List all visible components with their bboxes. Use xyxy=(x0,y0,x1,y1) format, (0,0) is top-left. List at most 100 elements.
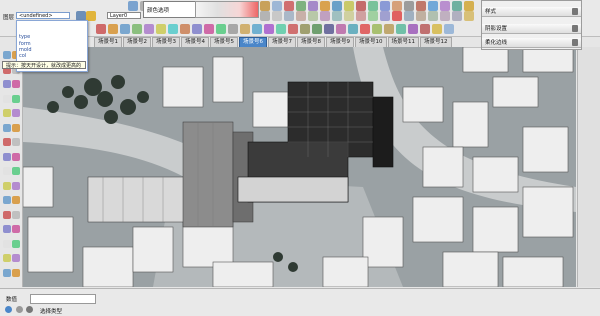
polygon-icon[interactable] xyxy=(144,24,154,34)
solid-tools-icon[interactable] xyxy=(336,24,346,34)
3d-text-icon[interactable] xyxy=(452,1,462,11)
layer-option[interactable]: col xyxy=(19,53,26,59)
extension-icon[interactable] xyxy=(360,24,370,34)
tape-icon[interactable] xyxy=(3,167,11,175)
group-icon[interactable] xyxy=(168,24,178,34)
outer-shell-icon[interactable] xyxy=(252,24,262,34)
position-camera-icon[interactable] xyxy=(440,11,450,21)
render-icon[interactable] xyxy=(432,24,442,34)
add-detail-icon[interactable] xyxy=(312,24,322,34)
shaded-icon[interactable] xyxy=(368,11,378,21)
model-viewport[interactable] xyxy=(23,47,576,287)
tray-row-soften-edges[interactable]: 柔化边线 xyxy=(482,38,581,48)
explode-icon[interactable] xyxy=(180,24,190,34)
geo-location-icon[interactable] xyxy=(372,24,382,34)
freehand-icon[interactable] xyxy=(156,24,166,34)
line-icon[interactable] xyxy=(3,80,11,88)
arc-icon[interactable] xyxy=(12,80,20,88)
view-back-icon[interactable] xyxy=(308,11,318,21)
view-front-icon[interactable] xyxy=(284,11,294,21)
components-icon[interactable] xyxy=(464,11,474,21)
split-icon[interactable] xyxy=(240,24,250,34)
freehand-icon[interactable] xyxy=(12,109,20,117)
measurement-input[interactable] xyxy=(30,294,96,304)
pushpull-icon[interactable] xyxy=(296,1,306,11)
orbit-icon[interactable] xyxy=(3,210,11,219)
pushpull-icon[interactable] xyxy=(12,123,20,132)
shadows-icon[interactable] xyxy=(404,11,414,21)
close-icon[interactable] xyxy=(572,8,578,15)
axes-icon[interactable] xyxy=(416,1,426,11)
zoom-window-icon[interactable] xyxy=(12,225,20,233)
warehouse-icon[interactable] xyxy=(348,24,358,34)
view-iso-icon[interactable] xyxy=(260,11,270,21)
walk-icon[interactable] xyxy=(12,254,20,262)
circle-icon[interactable] xyxy=(12,94,20,103)
look-around-icon[interactable] xyxy=(3,268,11,277)
xray-icon[interactable] xyxy=(332,11,342,21)
zoom-icon[interactable] xyxy=(3,225,11,233)
monochrome-icon[interactable] xyxy=(392,11,402,21)
pan-icon[interactable] xyxy=(344,1,354,11)
camera-icon[interactable] xyxy=(428,11,438,21)
rotate-icon[interactable] xyxy=(272,1,282,11)
axes-icon[interactable] xyxy=(3,196,11,204)
layer-option[interactable]: type xyxy=(19,34,30,40)
line-icon[interactable] xyxy=(96,24,106,34)
section-plane-icon[interactable] xyxy=(380,1,390,11)
trim-icon[interactable] xyxy=(228,24,238,34)
export-icon[interactable] xyxy=(444,24,454,34)
share-model-icon[interactable] xyxy=(396,24,406,34)
arc-icon[interactable] xyxy=(108,24,118,34)
position-camera-icon[interactable] xyxy=(3,254,11,262)
protractor-icon[interactable] xyxy=(404,1,414,11)
wireframe-icon[interactable] xyxy=(344,11,354,21)
hidden-line-icon[interactable] xyxy=(356,11,366,21)
rotate-icon[interactable] xyxy=(3,138,11,146)
previous-icon[interactable] xyxy=(12,239,20,248)
settings-icon[interactable] xyxy=(420,24,430,34)
text-icon[interactable] xyxy=(12,181,20,190)
tray-row-shadows[interactable]: 阴影设置 xyxy=(482,24,581,34)
zoom-icon[interactable] xyxy=(356,1,366,11)
offset-icon[interactable] xyxy=(308,1,318,11)
walk-icon[interactable] xyxy=(464,1,474,11)
flip-edge-icon[interactable] xyxy=(324,24,334,34)
polygon-icon[interactable] xyxy=(3,109,11,117)
color-options-box[interactable]: 颜色选项 xyxy=(143,1,197,18)
rectangle-icon[interactable] xyxy=(3,94,11,103)
paint-bucket-icon[interactable] xyxy=(260,1,270,11)
layer-dropdown[interactable]: <undefined> xyxy=(16,12,70,19)
scale-icon[interactable] xyxy=(3,152,11,161)
tray-row-styles[interactable]: 样式 xyxy=(482,7,581,17)
look-around-icon[interactable] xyxy=(452,11,462,21)
view-top-icon[interactable] xyxy=(272,11,282,21)
offset-icon[interactable] xyxy=(12,152,20,161)
layer0-select[interactable]: Layer0 xyxy=(107,12,141,19)
followme-icon[interactable] xyxy=(320,1,330,11)
text-icon[interactable] xyxy=(440,1,450,11)
view-right-icon[interactable] xyxy=(296,11,306,21)
move-icon[interactable] xyxy=(3,123,11,132)
followme-icon[interactable] xyxy=(12,138,20,146)
rectangle-icon[interactable] xyxy=(120,24,130,34)
preview-icon[interactable] xyxy=(408,24,418,34)
smoove-icon[interactable] xyxy=(276,24,286,34)
close-icon[interactable] xyxy=(572,39,578,46)
orbit-icon[interactable] xyxy=(332,1,342,11)
section-icon[interactable] xyxy=(12,268,20,277)
protractor-icon[interactable] xyxy=(3,181,11,190)
3d-text-icon[interactable] xyxy=(12,196,20,204)
tape-measure-icon[interactable] xyxy=(392,1,402,11)
drape-icon[interactable] xyxy=(300,24,310,34)
intersect-icon[interactable] xyxy=(192,24,202,34)
sandbox-icon[interactable] xyxy=(264,24,274,34)
info-icon[interactable] xyxy=(5,306,12,313)
stamp-icon[interactable] xyxy=(288,24,298,34)
move-icon[interactable] xyxy=(284,1,294,11)
circle-icon[interactable] xyxy=(132,24,142,34)
select-tool-icon[interactable] xyxy=(128,1,138,11)
photo-texture-icon[interactable] xyxy=(384,24,394,34)
dimension-icon[interactable] xyxy=(12,167,20,175)
textured-icon[interactable] xyxy=(380,11,390,21)
